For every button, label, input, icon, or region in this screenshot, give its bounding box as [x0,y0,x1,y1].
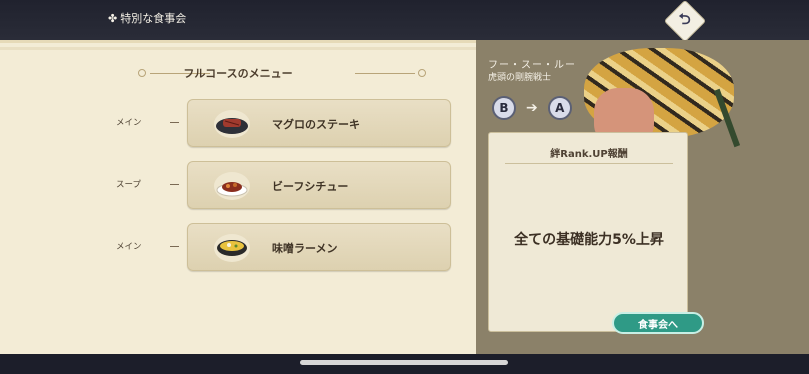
course-label: メイン [116,242,142,252]
arrow-right-icon: ➔ [526,100,538,116]
menu-item-button[interactable]: ビーフシチュー [187,161,451,209]
course-label: スープ [116,180,141,190]
menu-item-button[interactable]: マグロのステーキ [187,99,451,147]
screen-title-text: 特別な食事会 [120,12,187,25]
dash [170,122,179,123]
rank-from-badge: B [492,96,516,120]
emblem-icon: ✤ [108,11,118,25]
reward-card: 絆Rank.UP報酬 全ての基礎能力5%上昇 [488,132,688,332]
return-icon: ⮌ [678,9,692,28]
menu-item-name: ビーフシチュー [272,180,349,193]
full-course-menu-panel: フルコースのメニュー メイン マグロのステーキ スープ ビーフシチュー メイン [0,40,476,354]
home-indicator[interactable] [300,360,508,365]
character-title: 虎頭の剛腕戦士 [488,73,552,83]
menu-item-name: マグロのステーキ [272,118,360,131]
ornament-right [355,73,415,74]
beef-stew-icon [214,172,250,200]
menu-item-name: 味噌ラーメン [272,242,338,255]
character-panel: フー・スー・ルー 虎頭の剛腕戦士 B ➔ A 絆Rank.UP報酬 全ての基礎能… [476,40,809,354]
reward-text: 全ての基礎能力5%上昇 [514,232,664,248]
menu-row: メイン マグロのステーキ [0,99,476,147]
dash [170,184,179,185]
reward-header: 絆Rank.UP報酬 [489,145,689,164]
go-to-dinner-button[interactable]: 食事会へ [612,312,704,334]
menu-row: スープ ビーフシチュー [0,161,476,209]
miso-ramen-icon [214,234,250,262]
menu-row: メイン 味噌ラーメン [0,223,476,271]
ornament-dot-right [418,69,426,77]
tuna-steak-icon [214,110,250,138]
screen-title: ✤ 特別な食事会 [108,10,186,26]
dash [170,246,179,247]
rank-to-badge: A [547,96,572,120]
course-label: メイン [116,118,142,128]
rank-change: B ➔ A [492,96,572,120]
menu-item-button[interactable]: 味噌ラーメン [187,223,451,271]
character-name: フー・スー・ルー [488,60,576,71]
